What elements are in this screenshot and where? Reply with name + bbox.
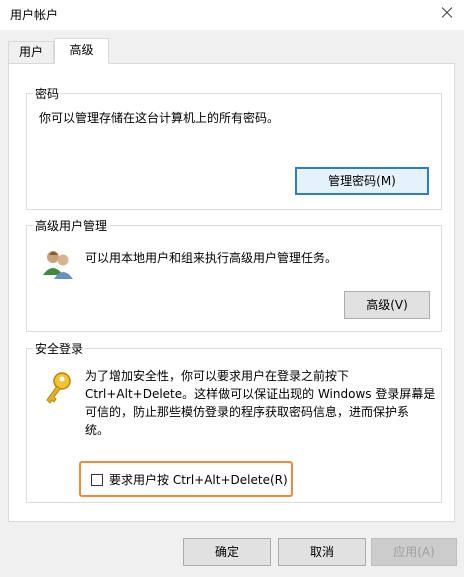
- tab-users[interactable]: 用户: [8, 41, 54, 63]
- advanced-button[interactable]: 高级(V): [344, 291, 430, 319]
- close-icon[interactable]: [436, 2, 458, 24]
- key-icon: [46, 372, 71, 404]
- ctrl-alt-delete-highlight: 要求用户按 Ctrl+Alt+Delete(R): [79, 461, 293, 497]
- title-bar: 用户帐户: [0, 0, 464, 30]
- tab-advanced[interactable]: 高级: [54, 38, 109, 64]
- passwords-description: 你可以管理存储在这台计算机上的所有密码。: [39, 111, 280, 125]
- ok-button[interactable]: 确定: [183, 538, 271, 566]
- secure-logon-title: 安全登录: [33, 340, 86, 357]
- manage-passwords-button[interactable]: 管理密码(M): [295, 167, 429, 195]
- advanced-user-management-description: 可以用本地用户和组来执行高级用户管理任务。: [85, 251, 338, 265]
- cancel-button[interactable]: 取消: [278, 538, 366, 566]
- secure-logon-line-1: 为了增加安全性，你可以要求用户在登录之前按下: [85, 369, 350, 383]
- tab-panel-advanced: 密码 你可以管理存储在这台计算机上的所有密码。 管理密码(M) 高级用户管理 可…: [8, 63, 455, 522]
- secure-logon-line-2: Ctrl+Alt+Delete。这样做可以保证出现的 Windows 登录屏幕是: [85, 387, 436, 401]
- secure-logon-line-3: 可信的，防止那些模仿登录的程序获取密码信息，进而保护系: [85, 405, 410, 419]
- apply-button[interactable]: 应用(A): [371, 538, 457, 566]
- users-icon: [43, 251, 73, 279]
- advanced-user-management-group: 高级用户管理 可以用本地用户和组来执行高级用户管理任务。 高级(V): [26, 217, 442, 332]
- window-title: 用户帐户: [10, 8, 59, 22]
- passwords-group-title: 密码: [33, 85, 62, 102]
- secure-logon-group: 安全登录 为了增加安全性，你可以要求用户在登录之前按下 Ctrl+Alt+Del…: [26, 340, 442, 503]
- passwords-group: 密码 你可以管理存储在这台计算机上的所有密码。 管理密码(M): [26, 85, 442, 210]
- ctrl-alt-delete-checkbox[interactable]: [91, 474, 103, 486]
- secure-logon-line-4: 统。: [85, 423, 110, 437]
- advanced-user-management-title: 高级用户管理: [33, 217, 110, 234]
- ctrl-alt-delete-label[interactable]: 要求用户按 Ctrl+Alt+Delete(R): [109, 471, 288, 488]
